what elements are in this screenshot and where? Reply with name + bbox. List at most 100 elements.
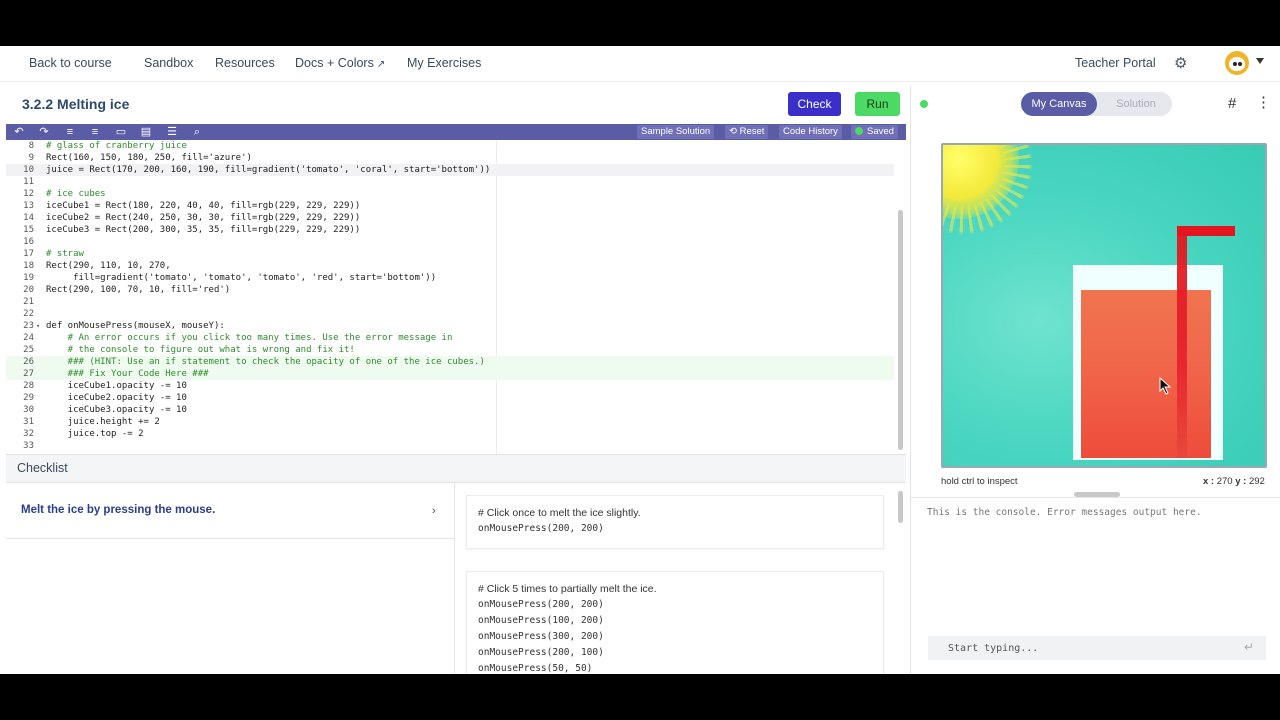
code-line[interactable]: 22 bbox=[6, 308, 894, 320]
checklist-item-text: Melt the ice by pressing the mouse. bbox=[21, 504, 216, 516]
nav-sandbox[interactable]: Sandbox bbox=[144, 56, 193, 70]
line-number: 15 bbox=[23, 225, 34, 235]
code-line[interactable]: 32 juice.top -= 2 bbox=[6, 428, 894, 440]
code-line[interactable]: 18 Rect(290, 110, 10, 270, bbox=[6, 260, 894, 272]
nav-teacher-portal[interactable]: Teacher Portal bbox=[1075, 56, 1156, 70]
code-line[interactable]: 14 iceCube2 = Rect(240, 250, 30, 30, fill… bbox=[6, 212, 894, 224]
code-line[interactable]: 20 Rect(290, 100, 70, 10, fill='red') bbox=[6, 284, 894, 296]
run-button[interactable]: Run bbox=[855, 92, 900, 116]
grid-icon[interactable]: # bbox=[1228, 96, 1244, 112]
checklist-item[interactable]: Melt the ice by pressing the mouse. › bbox=[6, 483, 454, 539]
indent-icon[interactable]: ≡ bbox=[63, 125, 77, 139]
code-line[interactable]: 15 iceCube3 = Rect(200, 300, 35, 35, fill… bbox=[6, 224, 894, 236]
code-text: def onMousePress(mouseX, mouseY): bbox=[46, 321, 225, 331]
code-line[interactable]: 10 juice = Rect(170, 200, 160, 190, fill=… bbox=[6, 164, 894, 176]
output-canvas[interactable] bbox=[941, 143, 1267, 468]
avatar[interactable] bbox=[1225, 51, 1249, 75]
check-button[interactable]: Check bbox=[788, 92, 841, 116]
code-line[interactable]: 12 # ice cubes bbox=[6, 188, 894, 200]
code-editor[interactable]: 8 # glass of cranberry juice 9 Rect(160, 15… bbox=[6, 140, 906, 496]
format-icon[interactable]: ☰ bbox=[165, 125, 179, 139]
code-line[interactable]: 24 # An error occurs if you click too ma… bbox=[6, 332, 894, 344]
code-line[interactable]: 16 bbox=[6, 236, 894, 248]
avatar-face bbox=[1229, 57, 1245, 71]
code-line[interactable]: 28 iceCube1.opacity -= 10 bbox=[6, 380, 894, 392]
code-text: # straw bbox=[46, 249, 84, 259]
code-text: # ice cubes bbox=[46, 189, 106, 199]
line-number: 11 bbox=[23, 177, 34, 187]
column-divider[interactable] bbox=[910, 86, 911, 674]
nav-my-exercises[interactable]: My Exercises bbox=[407, 56, 481, 70]
test-card-comment: # Click once to melt the ice slightly. bbox=[478, 507, 641, 519]
code-line[interactable]: 26 ### (HINT: Use an if statement to che… bbox=[6, 356, 894, 368]
code-line[interactable]: 21 bbox=[6, 296, 894, 308]
connection-status-dot bbox=[920, 100, 928, 108]
console-input[interactable] bbox=[928, 636, 1266, 660]
code-text: # the console to figure out what is wron… bbox=[46, 345, 355, 355]
avatar-eye bbox=[1238, 62, 1242, 66]
code-text: # glass of cranberry juice bbox=[46, 141, 187, 151]
gear-icon[interactable]: ⚙ bbox=[1174, 54, 1190, 72]
list-icon[interactable]: ▤ bbox=[139, 125, 153, 139]
code-line[interactable]: 27 ### Fix Your Code Here ### bbox=[6, 368, 894, 380]
code-line[interactable]: 19 fill=gradient('tomato', 'tomato', 'to… bbox=[6, 272, 894, 284]
code-text: iceCube2 = Rect(240, 250, 30, 30, fill=r… bbox=[46, 213, 361, 223]
sample-solution-button[interactable]: Sample Solution bbox=[637, 125, 715, 139]
search-icon[interactable]: ⌕ bbox=[190, 125, 204, 139]
chevron-down-icon[interactable] bbox=[1256, 58, 1264, 64]
canvas-toggle: My Canvas Solution bbox=[1021, 92, 1172, 116]
enter-icon[interactable]: ↵ bbox=[1244, 640, 1254, 654]
test-card-code: onMousePress(200, 100) bbox=[478, 647, 604, 658]
code-line[interactable]: 11 bbox=[6, 176, 894, 188]
line-number: 32 bbox=[23, 429, 34, 439]
comment-icon[interactable]: ▭ bbox=[114, 125, 128, 139]
code-text: juice.top -= 2 bbox=[46, 429, 144, 439]
code-line[interactable]: 13 iceCube1 = Rect(180, 220, 40, 40, fill… bbox=[6, 200, 894, 212]
checklist-scrollbar[interactable] bbox=[898, 491, 903, 523]
test-card-code: onMousePress(100, 200) bbox=[478, 615, 604, 626]
undo-icon[interactable]: ↶ bbox=[12, 125, 26, 139]
redo-icon[interactable]: ↷ bbox=[37, 125, 51, 139]
saved-dot-icon bbox=[855, 127, 863, 135]
code-line[interactable]: 25 # the console to figure out what is w… bbox=[6, 344, 894, 356]
line-number: 9 bbox=[28, 153, 34, 163]
code-line[interactable]: 17 # straw bbox=[6, 248, 894, 260]
editor-header: 3.2.2 Melting ice Check Run bbox=[6, 86, 906, 124]
my-canvas-tab[interactable]: My Canvas bbox=[1021, 92, 1097, 116]
avatar-eye bbox=[1233, 62, 1237, 66]
mouse-coordinates: x : 270 y : 292 bbox=[1203, 476, 1265, 487]
nav-resources[interactable]: Resources bbox=[215, 56, 275, 70]
test-card-code: onMousePress(200, 200) bbox=[478, 599, 604, 610]
code-line[interactable]: 29 iceCube2.opacity -= 10 bbox=[6, 392, 894, 404]
fold-icon[interactable]: ▾ bbox=[36, 320, 40, 332]
more-options-icon[interactable]: ⋮ bbox=[1256, 94, 1271, 112]
outdent-icon[interactable]: ≡ bbox=[88, 125, 102, 139]
code-text: Rect(160, 150, 180, 250, fill='azure') bbox=[46, 153, 252, 163]
checklist-tab[interactable]: Checklist bbox=[6, 454, 906, 482]
line-number: 17 bbox=[23, 249, 34, 259]
nav-docs-colors[interactable]: Docs + Colors ↗ bbox=[295, 56, 385, 70]
code-history-button[interactable]: Code History bbox=[779, 125, 842, 139]
line-number: 16 bbox=[23, 237, 34, 247]
code-line[interactable]: 23 ▾ def onMousePress(mouseX, mouseY): bbox=[6, 320, 894, 332]
code-text: Rect(290, 110, 10, 270, bbox=[46, 261, 171, 271]
code-line[interactable]: 31 juice.height += 2 bbox=[6, 416, 894, 428]
line-number: 10 bbox=[23, 165, 34, 175]
nav-docs-label: Docs + Colors bbox=[295, 56, 374, 70]
top-nav: Back to course Sandbox Resources Docs + … bbox=[0, 46, 1280, 82]
nav-back-to-course[interactable]: Back to course bbox=[29, 56, 112, 70]
code-line[interactable]: 9 Rect(160, 150, 180, 250, fill='azure') bbox=[6, 152, 894, 164]
y-label: y : bbox=[1235, 476, 1247, 487]
code-line[interactable]: 30 iceCube3.opacity -= 10 bbox=[6, 404, 894, 416]
straw bbox=[1177, 226, 1187, 458]
saved-label: Saved bbox=[867, 126, 894, 137]
line-number: 14 bbox=[23, 213, 34, 223]
x-label: x : bbox=[1203, 476, 1215, 487]
reset-button[interactable]: ⟲ Reset bbox=[725, 125, 769, 139]
line-number: 28 bbox=[23, 381, 34, 391]
editor-vertical-scrollbar[interactable] bbox=[898, 210, 903, 450]
code-line[interactable]: 8 # glass of cranberry juice bbox=[6, 140, 894, 152]
line-number: 33 bbox=[23, 441, 34, 451]
code-line[interactable]: 33 bbox=[6, 440, 894, 452]
solution-tab[interactable]: Solution bbox=[1101, 92, 1171, 116]
